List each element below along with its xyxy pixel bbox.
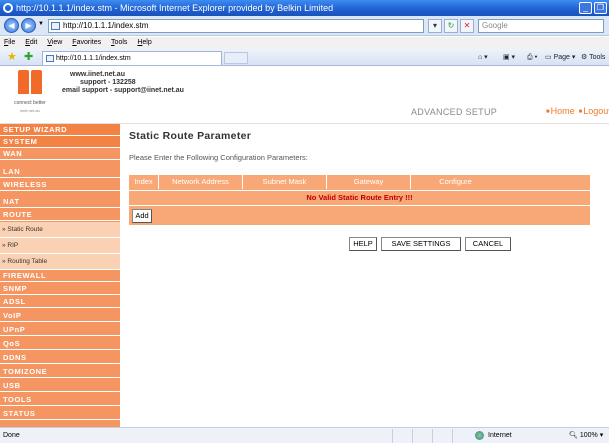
- empty-table-message: No Valid Static Route Entry !!!: [129, 190, 590, 204]
- contact-info: www.iinet.net.au support - 132258 email …: [62, 71, 184, 95]
- sidebar-item-route[interactable]: ROUTE: [0, 209, 120, 221]
- main-content: Static Route Parameter Please Enter the …: [120, 124, 609, 427]
- home-icon[interactable]: ⌂ ▾: [478, 52, 488, 63]
- support-email: email support - support@iinet.net.au: [62, 87, 184, 94]
- forward-button[interactable]: ▶: [21, 18, 36, 33]
- new-tab-button[interactable]: [224, 52, 248, 64]
- support-phone: support - 132258: [80, 79, 136, 86]
- restore-button[interactable]: ❐: [594, 2, 607, 14]
- protected-mode-icon: [452, 429, 472, 443]
- section-title: ADVANCED SETUP: [411, 107, 498, 117]
- sidebar-subitem-static-route[interactable]: » Static Route: [0, 222, 120, 238]
- page-menu[interactable]: ▭ Page ▾: [545, 52, 575, 63]
- menu-tools[interactable]: Tools: [107, 37, 131, 49]
- favorites-star-icon[interactable]: ★: [7, 51, 17, 63]
- iinet-logo: connect better iinet.net.au: [8, 70, 52, 120]
- tab-row: ★ ✚ http://10.1.1.1/index.stm ⌂ ▾ ▣ ▾ ⎙ …: [0, 49, 609, 66]
- page-title: Static Route Parameter: [129, 130, 252, 142]
- address-bar[interactable]: http://10.1.1.1/index.stm: [48, 19, 424, 33]
- add-favorites-icon[interactable]: ✚: [24, 51, 33, 63]
- column-header-gateway: Gateway: [327, 175, 411, 189]
- column-header-network-address: Network Address: [159, 175, 243, 189]
- minimize-button[interactable]: _: [579, 2, 592, 14]
- instructions-text: Please Enter the Following Configuration…: [129, 153, 308, 162]
- column-header-subnet-mask: Subnet Mask: [243, 175, 327, 189]
- search-placeholder: Google: [482, 21, 508, 30]
- sidebar-item-upnp[interactable]: UPnP: [0, 324, 120, 336]
- add-route-button[interactable]: Add: [132, 209, 152, 223]
- save-settings-button[interactable]: SAVE SETTINGS: [381, 237, 461, 251]
- table-actions-row: Add: [129, 205, 590, 225]
- zone-text: Internet: [488, 432, 512, 439]
- internet-explorer-icon: [3, 3, 13, 13]
- sidebar-item-nat[interactable]: NAT: [0, 196, 120, 208]
- back-button[interactable]: ◀: [4, 18, 19, 33]
- column-header-configure: Configure: [439, 177, 472, 186]
- menu-file[interactable]: File: [0, 37, 19, 49]
- address-toolbar: ◀ ▶ ▼ http://10.1.1.1/index.stm ▾ ↻ ✕ Go…: [0, 16, 609, 36]
- search-input[interactable]: Google: [478, 19, 604, 33]
- feeds-icon[interactable]: ▣ ▾: [503, 52, 515, 63]
- home-link[interactable]: Home: [546, 106, 575, 116]
- sidebar-item-system[interactable]: SYSTEM: [0, 136, 120, 148]
- sidebar-item-lan[interactable]: LAN: [0, 166, 120, 178]
- zoom-level[interactable]: 🔍︎ 100% ▾: [569, 428, 603, 443]
- tab-page-icon: [46, 55, 54, 62]
- logo-url: iinet.net.au: [20, 108, 40, 113]
- sidebar-item-firewall[interactable]: FIREWALL: [0, 270, 120, 282]
- sidebar-item-qos[interactable]: QoS: [0, 338, 120, 350]
- window-title-bar: http://10.1.1.1/index.stm - Microsoft In…: [0, 0, 609, 16]
- sidebar-item-status[interactable]: STATUS: [0, 408, 120, 420]
- globe-icon: [475, 431, 484, 440]
- website-text: www.iinet.net.au: [70, 71, 125, 78]
- print-icon[interactable]: ⎙ ▾: [527, 52, 538, 63]
- sidebar-subitem-routing-table[interactable]: » Routing Table: [0, 254, 120, 270]
- sidebar-item-wan[interactable]: WAN: [0, 148, 120, 160]
- sidebar-item-snmp[interactable]: SNMP: [0, 283, 120, 295]
- address-dropdown-icon[interactable]: ▾: [428, 19, 442, 33]
- status-text: Done: [3, 432, 20, 439]
- logout-link[interactable]: Logout: [579, 106, 609, 116]
- security-zone: Internet: [475, 428, 512, 443]
- tab-title: http://10.1.1.1/index.stm: [56, 55, 131, 62]
- cancel-button[interactable]: CANCEL: [465, 237, 511, 251]
- menu-edit[interactable]: Edit: [21, 37, 41, 49]
- menu-view[interactable]: View: [43, 37, 66, 49]
- sidebar-item-wireless[interactable]: WIRELESS: [0, 179, 120, 191]
- page-icon: [51, 22, 60, 30]
- sidebar-item-adsl[interactable]: ADSL: [0, 296, 120, 308]
- sidebar-nav: SETUP WIZARD SYSTEM WAN LAN WIRELESS NAT…: [0, 124, 120, 427]
- refresh-icon[interactable]: ↻: [444, 19, 458, 33]
- tools-menu[interactable]: ⚙ Tools: [581, 52, 605, 63]
- menu-help[interactable]: Help: [133, 37, 155, 49]
- sidebar-item-tools[interactable]: TOOLS: [0, 394, 120, 406]
- sidebar-item-ddns[interactable]: DDNS: [0, 352, 120, 364]
- browser-tab[interactable]: http://10.1.1.1/index.stm: [42, 51, 222, 65]
- address-text: http://10.1.1.1/index.stm: [63, 21, 149, 30]
- sidebar-item-usb[interactable]: USB: [0, 380, 120, 392]
- stop-icon[interactable]: ✕: [460, 19, 474, 33]
- sidebar-item-tomizone[interactable]: TOMIZONE: [0, 366, 120, 378]
- window-title: http://10.1.1.1/index.stm - Microsoft In…: [16, 3, 334, 13]
- sidebar-item-voip[interactable]: VoIP: [0, 310, 120, 322]
- column-header-index: Index: [129, 175, 159, 189]
- help-button[interactable]: HELP: [349, 237, 377, 251]
- static-route-table: Index Network Address Subnet Mask Gatewa…: [129, 175, 590, 225]
- menu-favorites[interactable]: Favorites: [68, 37, 105, 49]
- sidebar-item-setup-wizard[interactable]: SETUP WIZARD: [0, 124, 120, 136]
- menu-bar: File Edit View Favorites Tools Help: [0, 37, 609, 49]
- router-header: connect better iinet.net.au www.iinet.ne…: [0, 66, 609, 124]
- logo-tagline: connect better: [14, 100, 46, 106]
- header-links: Home Logout: [546, 106, 609, 116]
- status-bar: Done Internet 🔍︎ 100% ▾: [0, 427, 609, 443]
- sidebar-subitem-rip[interactable]: » RIP: [0, 238, 120, 254]
- history-dropdown-icon[interactable]: ▼: [38, 21, 44, 27]
